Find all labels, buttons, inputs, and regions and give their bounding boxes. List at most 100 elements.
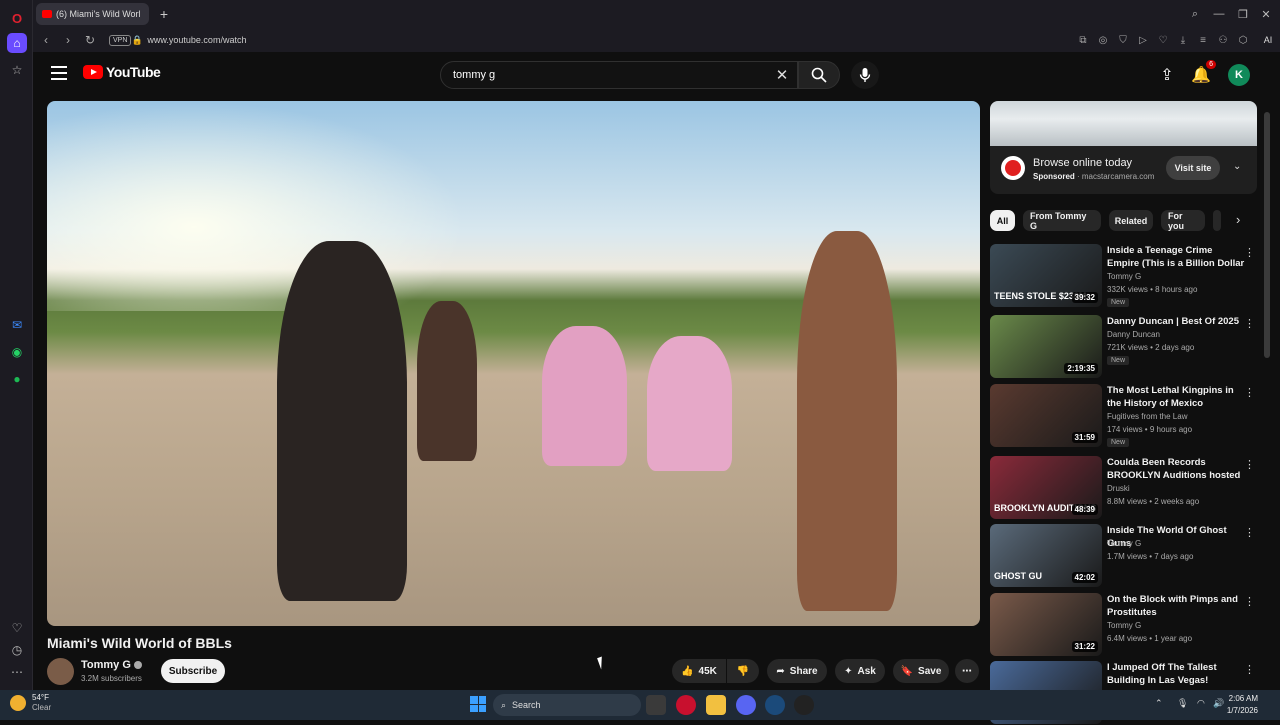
more-icon[interactable]: ⋯ <box>7 662 27 682</box>
more-vertical-icon[interactable]: ⋮ <box>1244 663 1255 676</box>
more-vertical-icon[interactable]: ⋮ <box>1244 317 1255 330</box>
channel-name[interactable]: Tommy G <box>1107 539 1141 548</box>
shield-icon[interactable]: ⛉ <box>1116 33 1130 47</box>
taskbar-search[interactable]: ⌕ Search <box>493 694 641 716</box>
dislike-button[interactable]: 👎 <box>727 659 759 683</box>
channel-avatar[interactable] <box>47 658 74 685</box>
video-title[interactable]: Coulda Been Records BROOKLYN Auditions h… <box>1107 456 1245 482</box>
ai-button[interactable]: AI <box>1256 30 1280 50</box>
video-title[interactable]: Danny Duncan | Best Of 2025 <box>1107 315 1245 328</box>
channel-name[interactable]: Druski <box>1107 484 1130 493</box>
snapshot-icon[interactable]: ⧉ <box>1076 33 1090 47</box>
messenger-icon[interactable]: ✉ <box>7 315 27 335</box>
more-vertical-icon[interactable]: ⋮ <box>1244 526 1255 539</box>
tray-chevron-icon[interactable]: ⌃ <box>1155 698 1163 709</box>
voice-search-button[interactable] <box>851 61 879 89</box>
like-button[interactable]: 👍 45K <box>672 659 726 683</box>
weather-widget[interactable]: 54°F Clear <box>10 693 51 713</box>
account-icon[interactable]: ⚇ <box>1216 33 1230 47</box>
recommended-video[interactable]: 31:59 The Most Lethal Kingpins in the His… <box>990 384 1257 448</box>
video-thumbnail[interactable]: 31:59 <box>990 384 1102 447</box>
spotify-icon[interactable]: ● <box>7 369 27 389</box>
channel-name[interactable]: Tommy G <box>1107 272 1141 281</box>
channel-name[interactable]: Fugitives from the Law <box>1107 412 1187 421</box>
wifi-icon[interactable]: ◠ <box>1197 698 1205 709</box>
camera-icon[interactable]: ◎ <box>1096 33 1110 47</box>
sponsored-ad[interactable]: Browse online today Sponsored · macstarc… <box>990 101 1257 194</box>
video-thumbnail[interactable]: TEENS STOLE $230M 39:32 <box>990 244 1102 307</box>
history-icon[interactable]: ◷ <box>7 640 27 660</box>
reload-button[interactable]: ↻ <box>79 29 101 51</box>
search-button[interactable] <box>798 61 840 89</box>
back-button[interactable]: ‹ <box>35 29 57 51</box>
upload-icon[interactable]: ⇪ <box>1154 62 1180 88</box>
ad-banner-image[interactable] <box>990 101 1257 146</box>
file-explorer-icon[interactable] <box>646 695 666 715</box>
browser-search-icon[interactable]: ⌕ <box>1183 0 1207 28</box>
microphone-tray-icon[interactable]: 🎙 <box>1177 698 1188 709</box>
new-tab-button[interactable]: + <box>155 5 173 23</box>
chip-related[interactable]: Related <box>1109 210 1153 231</box>
video-thumbnail[interactable]: GHOST GU 42:02 <box>990 524 1102 587</box>
save-button[interactable]: 🔖 Save <box>893 659 949 683</box>
notifications-button[interactable]: 🔔 6 <box>1188 60 1216 88</box>
home-icon[interactable]: ⌂ <box>7 33 27 53</box>
heart-icon[interactable]: ♡ <box>7 618 27 638</box>
clear-search-icon[interactable]: ✕ <box>773 66 791 84</box>
video-player[interactable] <box>47 101 980 626</box>
video-thumbnail[interactable]: 31:22 <box>990 593 1102 656</box>
share-button[interactable]: ➦ Share <box>767 659 827 683</box>
maximize-button[interactable]: ❐ <box>1231 0 1255 28</box>
recommended-video[interactable]: TEENS STOLE $230M 39:32 Inside a Teenage C… <box>990 244 1257 308</box>
close-window-button[interactable]: ✕ <box>1254 0 1278 28</box>
video-title[interactable]: I Jumped Off The Tallest Building In Las… <box>1107 661 1245 687</box>
channel-name[interactable]: Tommy G <box>1107 621 1141 630</box>
channel-name[interactable]: Danny Duncan <box>1107 330 1160 339</box>
more-vertical-icon[interactable]: ⋮ <box>1244 246 1255 259</box>
windows-start-icon[interactable] <box>470 696 486 712</box>
more-vertical-icon[interactable]: ⋮ <box>1244 458 1255 471</box>
chip-from-tommy-g[interactable]: From Tommy G <box>1023 210 1101 231</box>
subscribe-button[interactable]: Subscribe <box>161 659 225 683</box>
whatsapp-icon[interactable]: ◉ <box>7 342 27 362</box>
star-icon[interactable]: ☆ <box>7 60 27 80</box>
chip-partial[interactable] <box>1213 210 1221 231</box>
hamburger-menu-icon[interactable] <box>51 66 67 80</box>
recommended-video[interactable]: 2:19:35 Danny Duncan | Best Of 2025 Danny … <box>990 315 1257 379</box>
channel-name-row[interactable]: Tommy G <box>81 659 142 671</box>
video-thumbnail[interactable]: 2:19:35 <box>990 315 1102 378</box>
system-clock[interactable]: 2:06 AM 1/7/2026 <box>1227 693 1258 717</box>
more-actions-button[interactable]: ⋯ <box>955 659 979 683</box>
visit-site-button[interactable]: Visit site <box>1166 156 1220 180</box>
chip-for-you[interactable]: For you <box>1161 210 1205 231</box>
bookmark-heart-icon[interactable]: ♡ <box>1156 33 1170 47</box>
channel-name[interactable]: Tommy G <box>81 659 131 671</box>
recommended-video[interactable]: BROOKLYN AUDITIONS 48:39 Coulda Been Recor… <box>990 456 1257 520</box>
tab-youtube[interactable]: (6) Miami's Wild Worl <box>36 3 149 25</box>
video-title[interactable]: The Most Lethal Kingpins in the History … <box>1107 384 1245 410</box>
opera-taskbar-icon[interactable] <box>676 695 696 715</box>
extension-icon[interactable]: ⬡ <box>1236 33 1250 47</box>
youtube-logo[interactable]: YouTube <box>83 64 161 80</box>
opera-logo-icon[interactable]: O <box>7 8 27 28</box>
steam-icon[interactable] <box>765 695 785 715</box>
recommended-video[interactable]: GHOST GU 42:02 Inside The World Of Ghost G… <box>990 524 1257 588</box>
folder-icon[interactable] <box>706 695 726 715</box>
more-vertical-icon[interactable]: ⋮ <box>1244 595 1255 608</box>
url-field[interactable]: www.youtube.com/watch <box>147 35 246 45</box>
chevron-down-icon[interactable]: ⌄ <box>1233 161 1241 172</box>
account-avatar[interactable]: K <box>1228 64 1250 86</box>
forward-button[interactable]: › <box>57 29 79 51</box>
minimize-button[interactable]: — <box>1207 0 1231 28</box>
video-title[interactable]: On the Block with Pimps and Prostitutes <box>1107 593 1245 619</box>
chip-all[interactable]: All <box>990 210 1015 231</box>
scrollbar[interactable] <box>1264 112 1270 358</box>
download-icon[interactable]: ⤓ <box>1176 33 1190 47</box>
chevron-right-icon[interactable]: › <box>1236 212 1240 227</box>
video-thumbnail[interactable]: BROOKLYN AUDITIONS 48:39 <box>990 456 1102 519</box>
search-input[interactable] <box>453 69 753 81</box>
ask-button[interactable]: ✦ Ask <box>835 659 885 683</box>
menu-list-icon[interactable]: ≡ <box>1196 33 1210 47</box>
video-title[interactable]: Inside a Teenage Crime Empire (This is a… <box>1107 244 1245 270</box>
volume-icon[interactable]: 🔊 <box>1213 698 1224 709</box>
